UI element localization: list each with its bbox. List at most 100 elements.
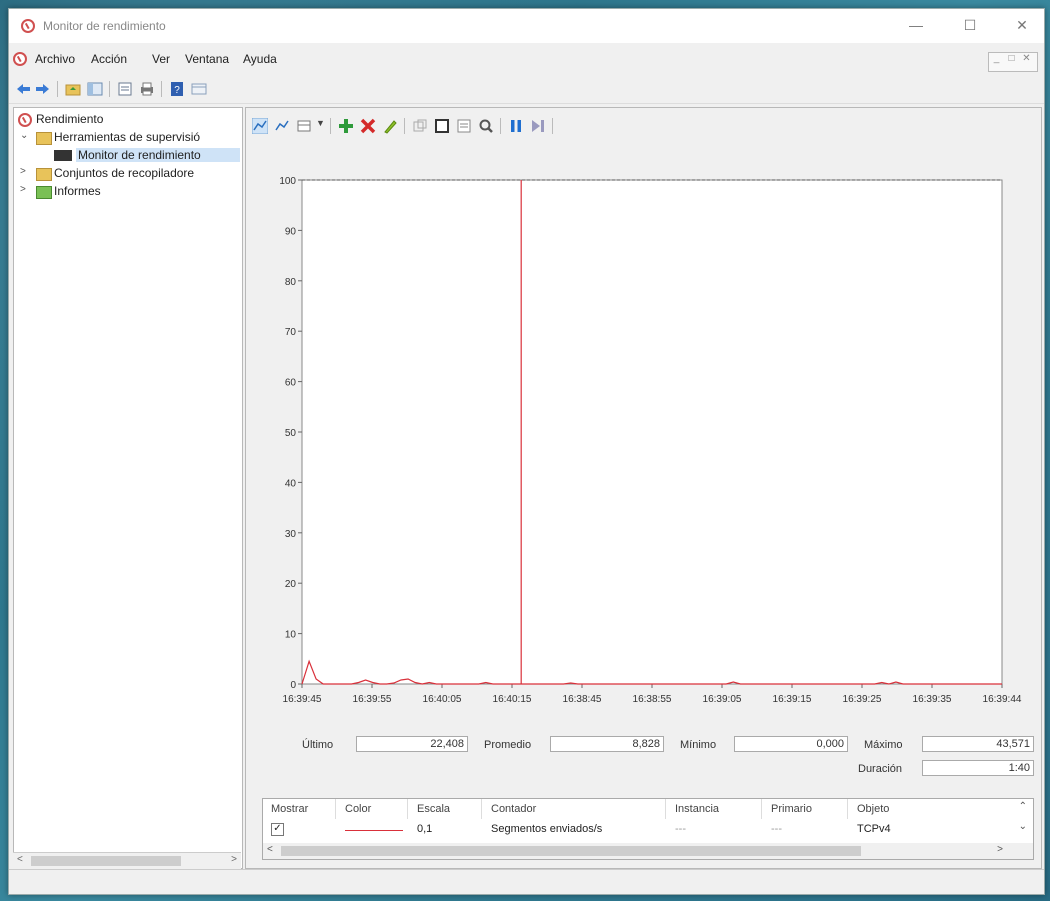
view-log-data-icon[interactable] [274,118,290,134]
tree-item-monitor-rendimiento[interactable]: Monitor de rendimiento [76,148,240,162]
show-hide-tree-icon[interactable] [87,81,103,97]
y-tick-label: 10 [285,630,297,641]
mdi-close-button[interactable]: ✕ [1019,53,1034,64]
back-arrow-icon[interactable] [15,81,31,97]
expand-chevron-down-icon[interactable]: ⌄ [20,130,28,141]
column-divider [481,799,482,819]
scroll-right-icon[interactable]: > [997,844,1003,855]
promedio-label: Promedio [484,739,532,751]
toolbar-separator [500,118,501,134]
zoom-magnifier-icon[interactable] [478,118,494,134]
minimize-button[interactable]: — [906,17,926,33]
y-tick-label: 20 [285,579,297,590]
scroll-right-icon[interactable]: > [231,854,237,865]
add-counter-plus-icon[interactable] [338,118,354,134]
properties-list-icon[interactable] [456,118,472,134]
col-header-mostrar[interactable]: Mostrar [271,803,308,815]
tree-item-rendimiento[interactable]: Rendimiento [36,112,103,126]
x-tick-label: 16:38:55 [633,694,672,705]
performance-monitor-pane: ▼ 0 10 20 30 40 50 60 70 80 90 100 16:39:45 16:39:55… [245,107,1042,869]
properties-icon[interactable] [117,81,133,97]
scroll-down-icon[interactable]: ⌄ [1019,821,1027,832]
up-folder-icon[interactable] [65,81,81,97]
legend-horizontal-scrollbar[interactable]: < > [263,843,1033,859]
mdi-minimize-button[interactable]: _ [989,53,1004,64]
col-header-primario[interactable]: Primario [771,803,812,815]
maximo-label: Máximo [864,739,903,751]
menu-ayuda[interactable]: Ayuda [243,52,277,66]
mmc-system-menu-icon[interactable] [13,52,27,66]
tree-horizontal-scrollbar[interactable]: < > [13,852,241,869]
scroll-up-icon[interactable]: ⌃ [1019,801,1027,812]
parent-cell: --- [771,823,782,835]
console-tree: Rendimiento ⌄ Herramientas de supervisió… [13,107,243,869]
column-divider [665,799,666,819]
menu-ventana[interactable]: Ventana [185,52,229,66]
column-divider [761,799,762,819]
paste-counter-list-icon[interactable] [434,118,450,134]
x-tick-label: 16:38:45 [563,694,602,705]
x-tick-label: 16:39:55 [353,694,392,705]
scrollbar-thumb[interactable] [31,856,181,866]
toolbar-separator [552,118,553,134]
column-divider [847,799,848,819]
monitor-icon [54,150,72,161]
counter-legend-table: Mostrar Color Escala Contador Instancia … [262,798,1034,860]
copy-properties-icon[interactable] [412,118,428,134]
tree-item-herramientas[interactable]: Herramientas de supervisió [54,130,242,144]
perfmon-window: Monitor de rendimiento — ☐ ✕ Archivo Acc… [8,8,1045,895]
scroll-left-icon[interactable]: < [267,844,273,855]
show-checkbox[interactable]: ✓ [271,823,284,836]
y-tick-label: 100 [279,176,296,187]
scroll-left-icon[interactable]: < [17,854,23,865]
toolbar-separator [330,118,331,134]
forward-arrow-icon[interactable] [35,81,51,97]
tree-item-informes[interactable]: Informes [54,184,101,198]
col-header-objeto[interactable]: Objeto [857,803,889,815]
title-bar: Monitor de rendimiento — ☐ ✕ [9,9,1044,43]
scale-cell: 0,1 [417,823,433,835]
line-graph: 0 10 20 30 40 50 60 70 80 90 100 16:39:45 16:39:55 16… [252,148,1032,718]
delete-counter-x-icon[interactable] [360,118,376,134]
col-header-instancia[interactable]: Instancia [675,803,719,815]
help-icon[interactable]: ? [169,81,185,97]
toolbar-separator [57,81,58,97]
print-icon[interactable] [139,81,155,97]
toolbar-separator [161,81,162,97]
mdi-restore-button[interactable]: □ [1004,53,1019,64]
svg-text:?: ? [174,85,180,96]
expand-chevron-right-icon[interactable]: > [20,184,26,195]
x-tick-label: 16:39:44 [983,694,1022,705]
col-header-contador[interactable]: Contador [491,803,536,815]
column-divider [407,799,408,819]
pause-icon[interactable] [508,118,524,134]
promedio-value: 8,828 [550,736,664,752]
scrollbar-thumb[interactable] [281,846,861,856]
highlight-pencil-icon[interactable] [382,118,398,134]
col-header-color[interactable]: Color [345,803,371,815]
toolbar-separator [404,118,405,134]
tools-folder-icon [36,132,52,145]
perfmon-app-icon [21,19,35,33]
ultimo-value: 22,408 [356,736,468,752]
y-tick-label: 40 [285,478,297,489]
col-header-escala[interactable]: Escala [417,803,450,815]
graph-type-dropdown-icon[interactable]: ▼ [316,118,325,128]
expand-chevron-right-icon[interactable]: > [20,166,26,177]
legend-table-row[interactable]: ✓ 0,1 Segmentos enviados/s --- --- TCPv4 [263,819,1013,837]
menu-ver[interactable]: Ver [152,52,170,66]
view-current-activity-icon[interactable] [252,118,268,134]
menu-accion[interactable]: Acción [91,52,127,66]
close-button[interactable]: ✕ [1012,17,1032,34]
maximize-button[interactable]: ☐ [960,17,980,34]
line-chart-svg: 0 10 20 30 40 50 60 70 80 90 100 16:39:45 16:39:55 16… [279,176,1022,705]
collectors-folder-icon [36,168,52,181]
menu-bar: Archivo Acción Ver Ventana Ayuda [9,49,1044,71]
update-data-step-icon[interactable] [530,118,546,134]
menu-archivo[interactable]: Archivo [35,52,75,66]
console-tree-icon[interactable] [191,81,207,97]
tree-item-conjuntos[interactable]: Conjuntos de recopiladore [54,166,242,180]
change-graph-type-icon[interactable] [296,118,312,134]
y-tick-label: 90 [285,226,297,237]
status-bar [9,869,1044,894]
